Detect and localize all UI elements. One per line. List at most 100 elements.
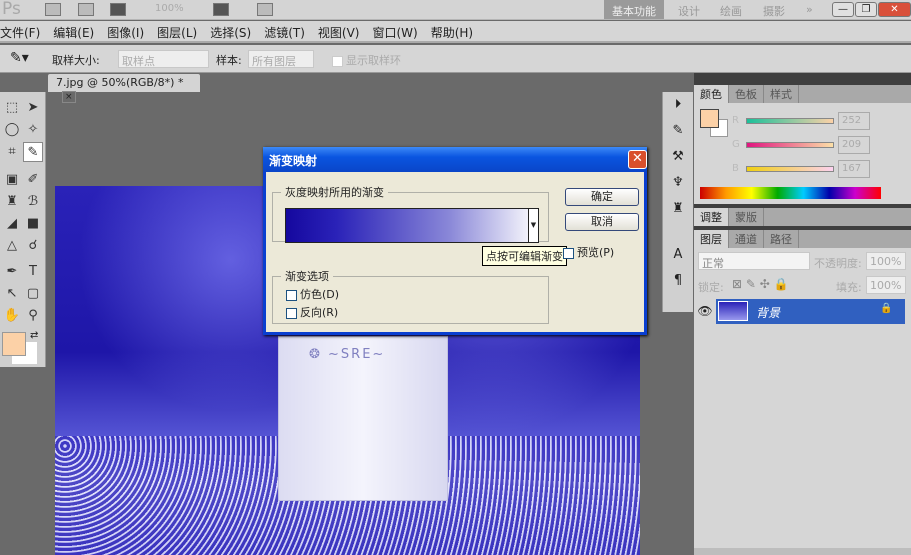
workspace-painting[interactable]: 绘画: [712, 0, 750, 19]
brush-presets-icon[interactable]: ✎: [663, 118, 693, 144]
workspace-essentials[interactable]: 基本功能: [604, 0, 664, 19]
dialog-close-button[interactable]: ✕: [628, 150, 647, 169]
blue-value[interactable]: 167: [838, 160, 870, 178]
fill-field[interactable]: 100%: [866, 276, 906, 294]
gradient-tool-icon[interactable]: ■: [23, 214, 43, 234]
blend-mode-select[interactable]: 正常: [698, 252, 810, 270]
menu-filter[interactable]: 滤镜(T): [264, 24, 305, 41]
show-sampling-ring-checkbox[interactable]: 显示取样环: [332, 52, 401, 68]
crop-tool-icon[interactable]: ⌗: [2, 142, 22, 162]
history-icon[interactable]: ⏵: [663, 92, 693, 118]
path-selection-icon[interactable]: ↖: [2, 284, 22, 304]
move-tool-icon[interactable]: ➤: [23, 98, 43, 118]
tab-channels[interactable]: 通道: [729, 230, 764, 248]
mini-bridge-icon[interactable]: [78, 3, 94, 16]
pen-tool-icon[interactable]: ✒: [2, 262, 22, 282]
menu-edit[interactable]: 编辑(E): [53, 24, 94, 41]
arrange-documents-icon[interactable]: [213, 3, 229, 16]
close-tab-icon[interactable]: ×: [62, 91, 76, 103]
menu-help[interactable]: 帮助(H): [431, 24, 473, 41]
red-slider[interactable]: [746, 118, 834, 124]
opacity-label: 不透明度:: [814, 257, 862, 270]
sample-size-value: 取样点: [122, 55, 155, 68]
foreground-color-swatch[interactable]: [2, 332, 26, 356]
close-window-button[interactable]: ✕: [878, 2, 911, 17]
minimize-button[interactable]: —: [832, 2, 854, 17]
marquee-tool-icon[interactable]: ⬚: [2, 98, 22, 118]
blue-slider[interactable]: [746, 166, 834, 172]
opacity-value: 100%: [870, 255, 902, 268]
document-tab[interactable]: 7.jpg @ 50%(RGB/8*) * ×: [48, 74, 200, 103]
layer-row[interactable]: 👁 背景 🔒: [694, 299, 905, 324]
layer-name[interactable]: 背景: [756, 304, 780, 321]
clone-source-icon[interactable]: ♆: [663, 170, 693, 196]
tab-paths[interactable]: 路径: [764, 230, 799, 248]
green-value[interactable]: 209: [838, 136, 870, 154]
lock-label: 锁定:: [698, 281, 724, 294]
color-spectrum-ramp[interactable]: [700, 187, 881, 199]
fg-color-chip[interactable]: [700, 109, 719, 128]
magic-wand-icon[interactable]: ✧: [23, 120, 43, 140]
tab-color[interactable]: 颜色: [694, 85, 729, 103]
zoom-level[interactable]: 100%: [155, 3, 184, 14]
paragraph-icon[interactable]: ¶: [663, 268, 693, 294]
dodge-tool-icon[interactable]: ☌: [23, 236, 43, 256]
eyedropper-preset-icon[interactable]: ✎▾: [10, 50, 29, 66]
show-ring-label: 显示取样环: [346, 54, 401, 67]
cancel-button[interactable]: 取消: [565, 213, 639, 231]
restore-button[interactable]: ❐: [855, 2, 877, 17]
sample-select[interactable]: 所有图层: [248, 50, 314, 68]
sample-size-select[interactable]: 取样点: [118, 50, 209, 68]
green-slider[interactable]: [746, 142, 834, 148]
eraser-tool-icon[interactable]: ◢: [2, 214, 22, 234]
screen-mode-icon[interactable]: [257, 3, 273, 16]
menu-bar: 文件(F) 编辑(E) 图像(I) 图层(L) 选择(S) 滤镜(T) 视图(V…: [0, 21, 911, 43]
character-icon[interactable]: A: [663, 242, 693, 268]
tool-presets-icon[interactable]: ⚒: [663, 144, 693, 170]
ok-button[interactable]: 确定: [565, 188, 639, 206]
tab-masks[interactable]: 蒙版: [729, 208, 764, 226]
tab-styles[interactable]: 样式: [764, 85, 799, 103]
stamp-icon[interactable]: ♜: [663, 196, 693, 222]
visibility-eye-icon[interactable]: 👁: [694, 299, 716, 324]
menu-layer[interactable]: 图层(L): [157, 24, 197, 41]
menu-file[interactable]: 文件(F): [0, 24, 40, 41]
type-tool-icon[interactable]: T: [23, 262, 43, 282]
gradient-dropdown-arrow[interactable]: ▼: [528, 209, 538, 242]
reverse-checkbox[interactable]: 反向(R): [286, 304, 338, 320]
blur-tool-icon[interactable]: △: [2, 236, 22, 256]
more-workspaces-button[interactable]: »: [798, 0, 821, 19]
tab-layers[interactable]: 图层: [694, 230, 729, 248]
healing-brush-icon[interactable]: ▣: [2, 170, 22, 190]
preview-checkbox[interactable]: 预览(P): [563, 244, 614, 260]
zoom-tool-icon[interactable]: ⚲: [23, 306, 43, 326]
lock-icons[interactable]: ⊠ ✎ ✣ 🔒: [732, 277, 789, 291]
bridge-icon[interactable]: [45, 3, 61, 16]
red-value[interactable]: 252: [838, 112, 870, 130]
history-brush-icon[interactable]: ℬ: [23, 192, 43, 212]
opacity-field[interactable]: 100%: [866, 252, 906, 270]
dialog-titlebar[interactable]: 渐变映射 ✕: [263, 147, 647, 172]
swap-colors-icon[interactable]: ⇄: [30, 330, 38, 341]
workspace-design[interactable]: 设计: [670, 0, 708, 19]
brush-tool-icon[interactable]: ✐: [23, 170, 43, 190]
menu-select[interactable]: 选择(S): [210, 24, 251, 41]
tab-adjustments[interactable]: 调整: [694, 208, 729, 226]
view-extras-icon[interactable]: [110, 3, 126, 16]
fill-value: 100%: [870, 279, 902, 292]
lasso-tool-icon[interactable]: ◯: [2, 120, 22, 140]
gradient-preview[interactable]: ▼: [285, 208, 539, 243]
menu-window[interactable]: 窗口(W): [372, 24, 417, 41]
gradient-tooltip: 点按可编辑渐变: [482, 246, 567, 266]
menu-image[interactable]: 图像(I): [107, 24, 144, 41]
menu-view[interactable]: 视图(V): [318, 24, 360, 41]
clone-stamp-icon[interactable]: ♜: [2, 192, 22, 212]
hand-tool-icon[interactable]: ✋: [2, 306, 22, 326]
workspace-photography[interactable]: 摄影: [755, 0, 793, 19]
shape-tool-icon[interactable]: ▢: [23, 284, 43, 304]
sample-value: 所有图层: [252, 55, 296, 68]
tab-swatches[interactable]: 色板: [729, 85, 764, 103]
dither-checkbox[interactable]: 仿色(D): [286, 286, 339, 302]
eyedropper-tool-icon[interactable]: ✎: [23, 142, 43, 162]
panels-dock: 颜色 色板 样式 R 252 G 209 B 167 调整 蒙版 图层 通道 路…: [694, 73, 911, 555]
